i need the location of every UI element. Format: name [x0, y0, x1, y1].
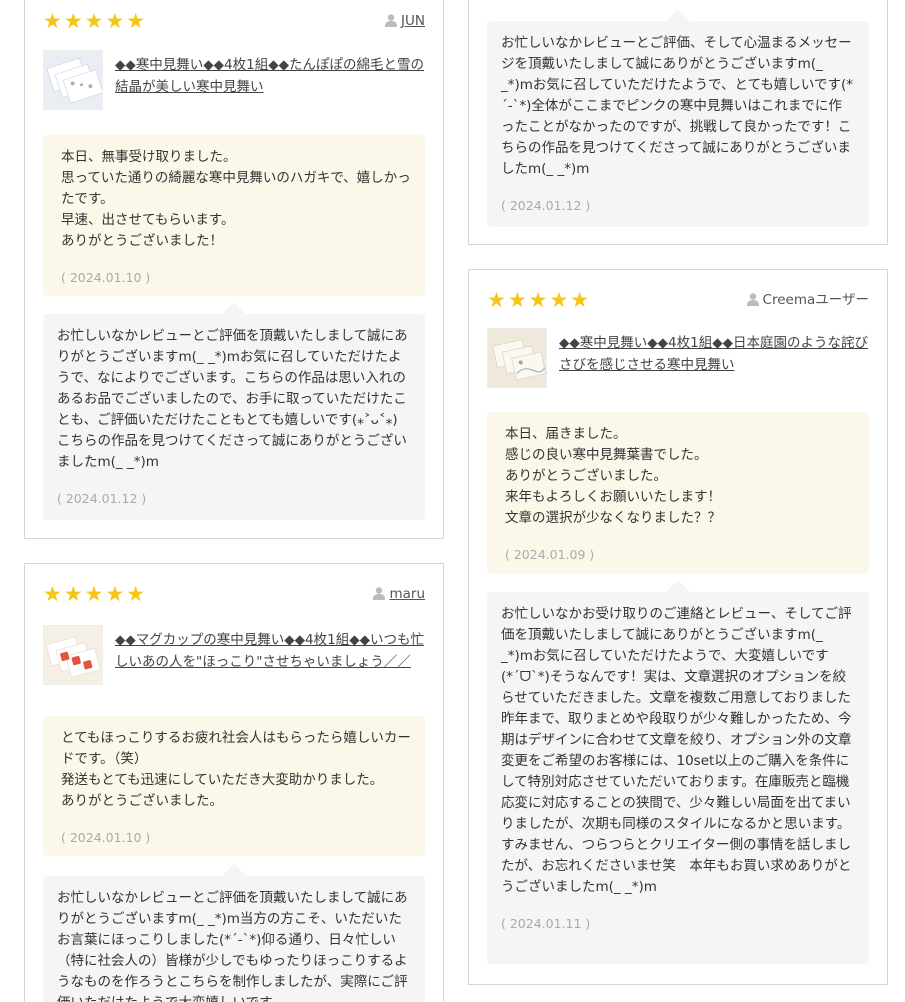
creator-reply: お忙しいなかお受け取りのご連絡とレビュー、そしてご評価を頂戴いたしまして誠にあり…	[487, 580, 869, 964]
review-card: ★★★★★ JUN ◆◆寒中見舞い◆◆4枚1組◆◆たんぽぽの綿毛と雪の結晶が美し…	[24, 0, 444, 539]
review-header: ★★★★★ Creemaユーザー	[487, 288, 869, 314]
star-rating: ★★★★★	[487, 288, 592, 312]
review-comment: 本日、無事受け取りました。 思っていた通りの綺麗な寒中見舞いのハガキで、嬉しかっ…	[43, 135, 425, 296]
reviewer-link[interactable]: JUN	[401, 13, 425, 29]
review-comment: 本日、届きました。 感じの良い寒中見舞葉書でした。 ありがとうございました。 来…	[487, 412, 869, 574]
star-rating: ★★★★★	[43, 582, 148, 606]
review-date: ( 2024.01.10 )	[61, 830, 151, 845]
review-card: ★★★★★ maru ◆◆マグカップの寒中見舞い◆◆4枚1組◆◆いつも忙しいあの…	[24, 563, 444, 1002]
review-comment: とてもほっこりするお疲れ社会人はもらったら嬉しいカードです。（笑） 発送もとても…	[43, 716, 425, 856]
creator-reply: お忙しいなかレビューとご評価、そして心温まるメッセージを頂戴いたしまして誠にあり…	[487, 9, 869, 227]
person-icon	[373, 587, 386, 600]
reply-date: ( 2024.01.11 )	[501, 916, 591, 931]
reply-text: お忙しいなかレビューとご評価を頂戴いたしまして誠にありがとうございますm(_ _…	[57, 328, 408, 470]
reply-text: お忙しいなかお受け取りのご連絡とレビュー、そしてご評価を頂戴いたしまして誠にあり…	[501, 606, 852, 895]
person-icon	[746, 293, 759, 306]
product-thumbnail[interactable]	[43, 625, 103, 685]
product-info: ◆◆マグカップの寒中見舞い◆◆4枚1組◆◆いつも忙しいあの人を"ほっこり"させち…	[43, 625, 425, 687]
review-card: お忙しいなかレビューとご評価、そして心温まるメッセージを頂戴いたしまして誠にあり…	[468, 0, 888, 245]
reply-text: お忙しいなかレビューとご評価を頂戴いたしまして誠にありがとうございますm(_ _…	[57, 890, 408, 1002]
star-rating: ★★★★★	[43, 9, 148, 33]
reviewer-label: Creemaユーザー	[762, 292, 869, 308]
product-info: ◆◆寒中見舞い◆◆4枚1組◆◆日本庭園のような詫びさびを感じさせる寒中見舞い	[487, 328, 869, 390]
review-date: ( 2024.01.10 )	[61, 270, 151, 285]
reviewer-name[interactable]: maru	[373, 584, 425, 604]
reviewer-name[interactable]: JUN	[385, 11, 425, 31]
reviewer-name: Creemaユーザー	[746, 290, 869, 310]
review-text: 本日、届きました。 感じの良い寒中見舞葉書でした。 ありがとうございました。 来…	[505, 426, 721, 526]
product-thumbnail[interactable]	[487, 328, 547, 388]
reply-date: ( 2024.01.12 )	[501, 198, 591, 213]
review-header: ★★★★★ JUN	[43, 9, 425, 35]
person-icon	[385, 14, 398, 27]
product-title-link[interactable]: ◆◆寒中見舞い◆◆4枚1組◆◆たんぽぽの綿毛と雪の結晶が美しい寒中見舞い	[115, 54, 425, 98]
product-info: ◆◆寒中見舞い◆◆4枚1組◆◆たんぽぽの綿毛と雪の結晶が美しい寒中見舞い	[43, 50, 425, 112]
creator-reply: お忙しいなかレビューとご評価を頂戴いたしまして誠にありがとうございますm(_ _…	[43, 864, 425, 1002]
review-card: ★★★★★ Creemaユーザー ◆◆寒中見舞い◆◆4枚1組◆◆日本庭園のような…	[468, 269, 888, 985]
reply-date: ( 2024.01.12 )	[57, 491, 147, 506]
creator-reply: お忙しいなかレビューとご評価を頂戴いたしまして誠にありがとうございますm(_ _…	[43, 302, 425, 520]
review-date: ( 2024.01.09 )	[505, 547, 595, 562]
product-thumbnail[interactable]	[43, 50, 103, 110]
reviewer-link[interactable]: maru	[389, 586, 425, 602]
review-text: 本日、無事受け取りました。 思っていた通りの綺麗な寒中見舞いのハガキで、嬉しかっ…	[61, 149, 411, 249]
review-text: とてもほっこりするお疲れ社会人はもらったら嬉しいカードです。（笑） 発送もとても…	[61, 730, 411, 809]
reply-text: お忙しいなかレビューとご評価、そして心温まるメッセージを頂戴いたしまして誠にあり…	[501, 35, 854, 177]
review-header: ★★★★★ maru	[43, 582, 425, 608]
product-title-link[interactable]: ◆◆マグカップの寒中見舞い◆◆4枚1組◆◆いつも忙しいあの人を"ほっこり"させち…	[115, 629, 425, 673]
product-title-link[interactable]: ◆◆寒中見舞い◆◆4枚1組◆◆日本庭園のような詫びさびを感じさせる寒中見舞い	[559, 332, 869, 376]
